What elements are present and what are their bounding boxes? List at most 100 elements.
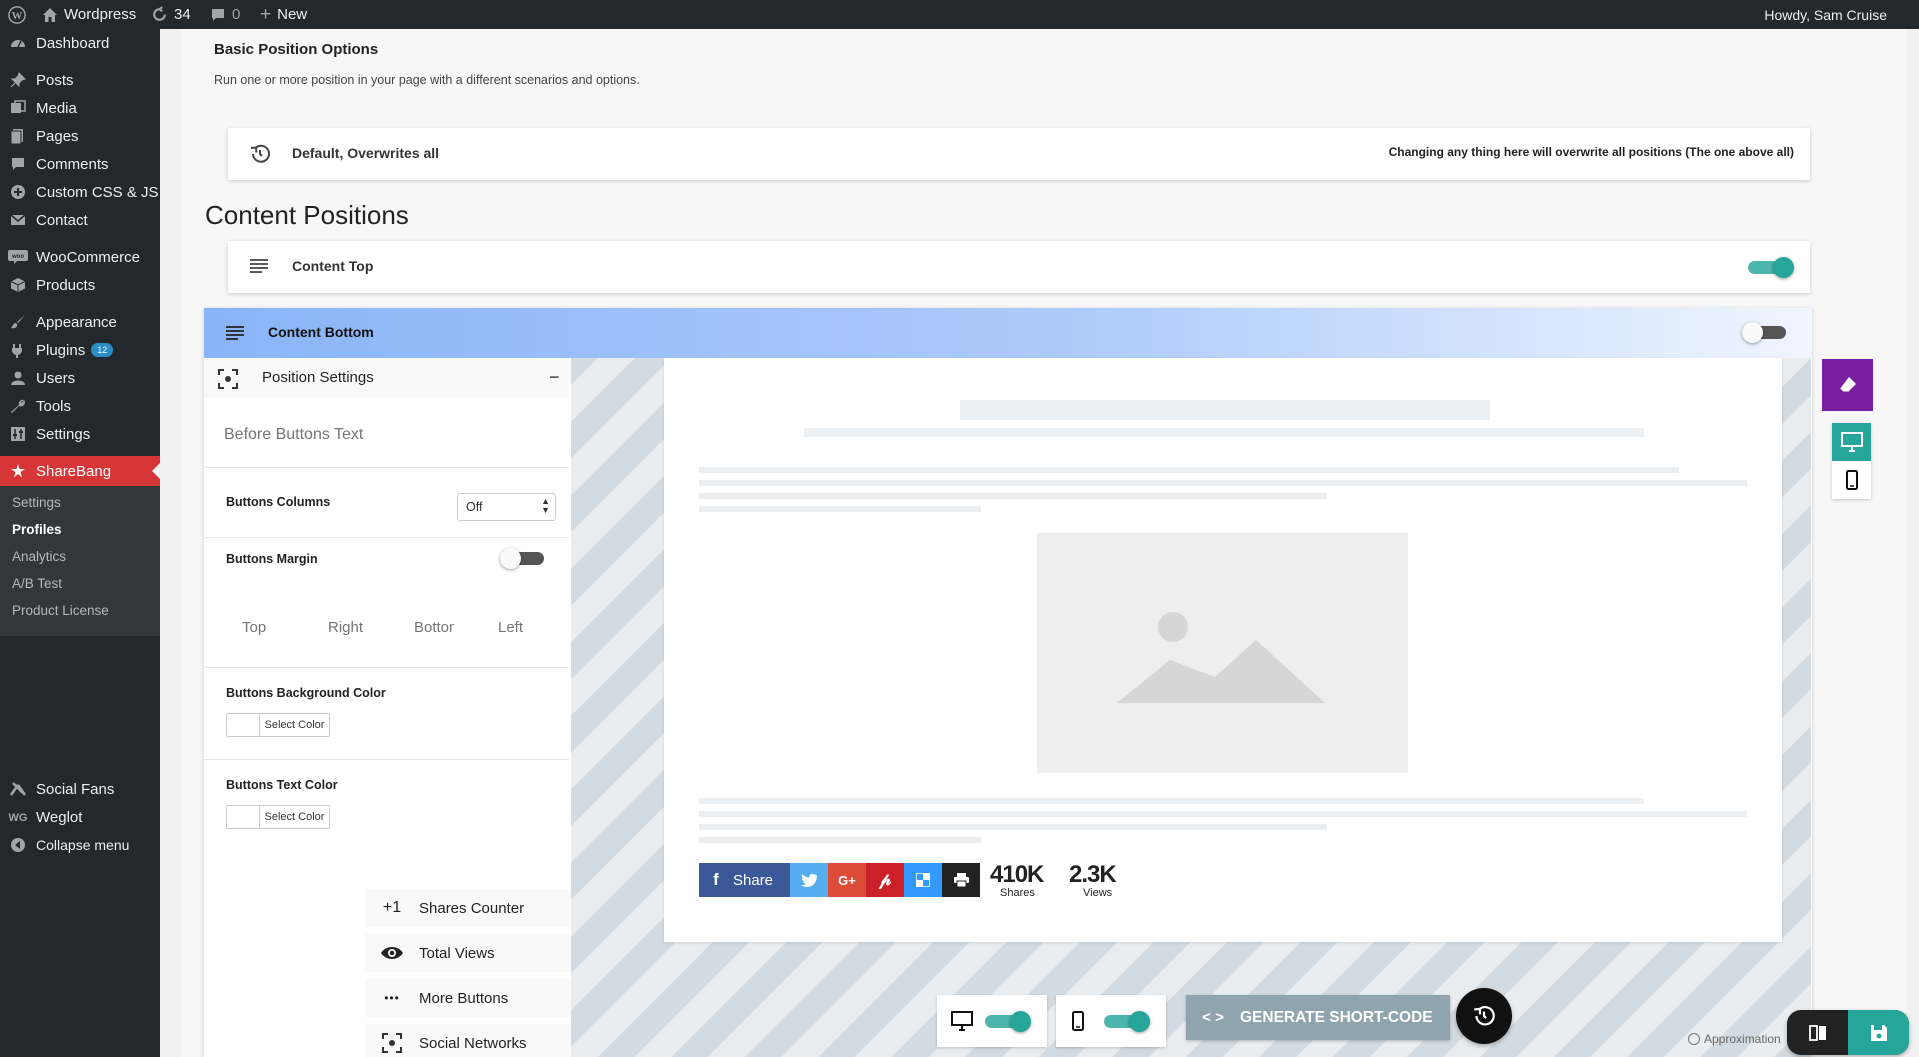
content-top-toggle[interactable] — [1748, 257, 1794, 278]
content-top-label: Content Top — [292, 258, 374, 274]
lines-icon — [226, 325, 244, 346]
woocommerce-icon: woo — [0, 250, 36, 264]
menu-plugins[interactable]: Plugins 12 — [0, 336, 160, 364]
bg-color-picker[interactable]: Select Color — [226, 713, 330, 737]
menu-tools[interactable]: Tools — [0, 392, 160, 420]
plus-icon: + — [260, 3, 272, 25]
facebook-share-button[interactable]: f Share — [699, 863, 790, 897]
plug-icon — [0, 342, 36, 358]
margin-top-input[interactable] — [242, 619, 287, 636]
buttons-margin-toggle[interactable] — [500, 548, 546, 569]
sharebang-submenu: Settings Profiles Analytics A/B Test Pro… — [0, 486, 160, 636]
content-top-row[interactable]: Content Top — [228, 241, 1810, 293]
before-buttons-text-input[interactable] — [224, 421, 544, 449]
comments-icon — [0, 156, 36, 172]
twitter-share-button[interactable] — [790, 863, 828, 897]
menu-pages[interactable]: Pages — [0, 122, 160, 150]
history-icon — [1474, 1006, 1495, 1026]
media-icon — [0, 100, 36, 116]
google-plus-share-button[interactable]: G+ — [828, 863, 866, 897]
margin-right-input[interactable] — [328, 619, 368, 636]
printer-icon — [953, 873, 969, 887]
content-bottom-toggle[interactable] — [1742, 322, 1788, 343]
pinterest-share-button[interactable]: 𝓅 — [866, 863, 904, 897]
pin-icon — [0, 72, 36, 88]
margin-bottom-input[interactable] — [414, 619, 454, 636]
compare-icon — [1808, 1024, 1826, 1041]
admin-bar-site[interactable]: Wordpress — [42, 0, 136, 29]
text-color-select-label: Select Color — [264, 811, 325, 823]
save-button[interactable] — [1848, 1010, 1909, 1055]
menu-settings[interactable]: Settings — [0, 420, 160, 448]
submenu-settings[interactable]: Settings — [12, 495, 61, 510]
generate-shortcode-button[interactable]: < > GENERATE SHORT-CODE — [1186, 995, 1450, 1040]
svg-text:W: W — [12, 10, 23, 22]
admin-bar-updates[interactable]: 34 — [151, 0, 191, 29]
menu-dashboard[interactable]: Dashboard — [0, 29, 160, 57]
submenu-ab-test[interactable]: A/B Test — [12, 576, 62, 591]
admin-bar-account[interactable]: Howdy, Sam Cruise — [1764, 0, 1887, 29]
active-menu-arrow — [152, 463, 160, 479]
floating-actions — [1787, 1010, 1909, 1055]
menu-products[interactable]: Products — [0, 271, 160, 299]
content-bottom-header[interactable]: Content Bottom — [204, 308, 1812, 358]
submenu-product-license[interactable]: Product License — [12, 603, 109, 618]
menu-social-fans[interactable]: Social Fans — [0, 775, 160, 803]
mobile-visibility-toggle[interactable] — [1104, 1011, 1150, 1032]
divider — [204, 667, 569, 668]
menu-users[interactable]: Users — [0, 364, 160, 392]
menu-media[interactable]: Media — [0, 94, 160, 122]
menu-posts[interactable]: Posts — [0, 66, 160, 94]
margin-left-input[interactable] — [498, 619, 543, 636]
updates-count: 34 — [174, 6, 191, 23]
desktop-view-button[interactable] — [1832, 423, 1871, 461]
collapse-arrow-icon — [0, 837, 36, 853]
admin-bar-comments[interactable]: 0 — [210, 0, 240, 29]
content-bottom-label: Content Bottom — [268, 324, 374, 340]
admin-bar-new[interactable]: + New — [260, 0, 307, 29]
delicious-share-button[interactable] — [904, 863, 942, 897]
position-settings-header[interactable]: Position Settings − — [204, 358, 569, 398]
menu-woocommerce[interactable]: woo WooCommerce — [0, 243, 160, 271]
placeholder-line — [699, 811, 1747, 817]
weglot-icon: WG — [0, 810, 36, 824]
admin-sidebar: Dashboard Posts Media Pages Comments Cus… — [0, 29, 160, 1057]
menu-appearance[interactable]: Appearance — [0, 308, 160, 336]
placeholder-line — [699, 467, 1679, 473]
more-buttons-label: More Buttons — [419, 989, 509, 1007]
compare-button[interactable] — [1787, 1010, 1848, 1055]
desktop-visibility-toggle[interactable] — [985, 1011, 1031, 1032]
print-share-button[interactable] — [942, 863, 980, 897]
image-placeholder — [1037, 533, 1408, 773]
menu-contact[interactable]: Contact — [0, 206, 160, 234]
menu-collapse[interactable]: Collapse menu — [0, 831, 160, 859]
menu-custom-css-js[interactable]: Custom CSS & JS — [0, 178, 160, 206]
menu-weglot[interactable]: WG Weglot — [0, 803, 160, 831]
image-icon — [1117, 612, 1325, 703]
pinterest-icon: 𝓅 — [878, 870, 892, 889]
svg-text:WG: WG — [9, 812, 28, 824]
select-arrows-icon: ▲ ▼ — [541, 496, 550, 515]
text-color-picker[interactable]: Select Color — [226, 805, 330, 829]
buttons-columns-select[interactable]: Off ▲ ▼ — [457, 493, 556, 521]
mobile-view-button[interactable] — [1832, 461, 1871, 499]
section-title: Basic Position Options — [214, 41, 379, 58]
menu-sharebang[interactable]: ShareBang — [0, 456, 160, 486]
reset-history-button[interactable] — [1456, 988, 1512, 1044]
divider — [204, 759, 569, 760]
text-color-swatch — [227, 806, 260, 828]
buttons-columns-value: Off — [466, 500, 483, 514]
collapse-minus-icon[interactable]: − — [549, 367, 560, 388]
views-label: Views — [1083, 887, 1113, 899]
eraser-tool-button[interactable] — [1822, 359, 1873, 411]
generate-shortcode-label: GENERATE SHORT-CODE — [1240, 1008, 1433, 1026]
target-icon — [218, 369, 238, 394]
submenu-profiles[interactable]: Profiles — [12, 522, 62, 537]
mail-icon — [0, 212, 36, 228]
submenu-analytics[interactable]: Analytics — [12, 549, 66, 564]
total-views-label: Total Views — [419, 944, 495, 962]
default-position-row[interactable]: Default, Overwrites all Changing any thi… — [228, 128, 1810, 180]
shares-counter-label: Shares Counter — [419, 899, 525, 917]
menu-comments[interactable]: Comments — [0, 150, 160, 178]
wordpress-logo-icon[interactable]: W — [8, 0, 26, 29]
